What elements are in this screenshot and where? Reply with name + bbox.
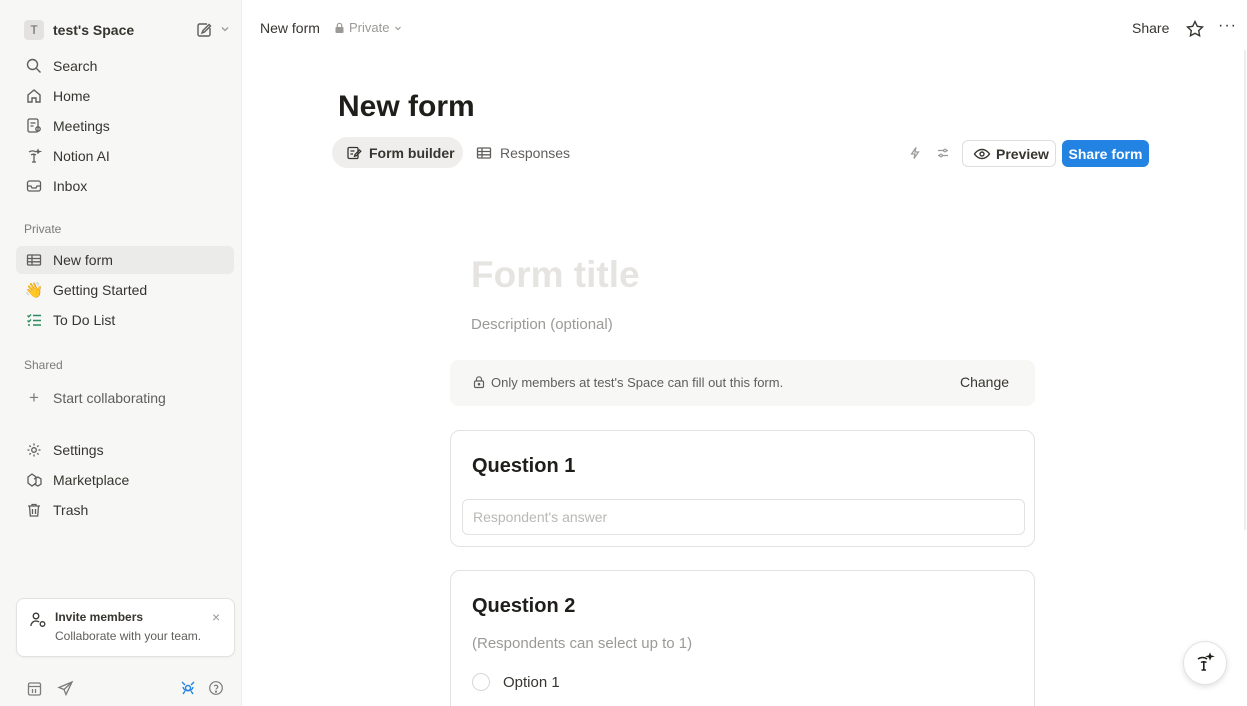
search-icon xyxy=(24,56,44,76)
star-icon[interactable] xyxy=(1185,19,1205,39)
preview-label: Preview xyxy=(996,145,1049,162)
section-label-private: Private xyxy=(24,222,62,236)
table-icon xyxy=(475,144,493,162)
section-label-shared: Shared xyxy=(24,358,63,372)
new-page-icon[interactable] xyxy=(194,20,214,40)
breadcrumb[interactable]: New form xyxy=(260,20,320,36)
sidebar-item-notion-ai[interactable]: Notion AI xyxy=(16,142,234,170)
send-icon[interactable] xyxy=(55,678,75,698)
radio-icon[interactable] xyxy=(472,673,490,691)
inbox-icon xyxy=(24,176,44,196)
templates-icon[interactable] xyxy=(24,678,44,698)
invite-subtitle: Collaborate with your team. xyxy=(55,629,202,643)
sidebar-item-marketplace[interactable]: Marketplace xyxy=(16,466,234,494)
tab-form-builder[interactable]: Form builder xyxy=(332,137,463,168)
checklist-icon xyxy=(24,310,44,330)
more-options-icon[interactable]: ··· xyxy=(1218,17,1237,35)
option-item[interactable]: Option 1 xyxy=(472,673,560,691)
question-title[interactable]: Question 2 xyxy=(472,595,575,618)
question-card[interactable]: Question 2 (Respondents can select up to… xyxy=(450,570,1035,706)
sidebar-item-label: To Do List xyxy=(53,312,116,328)
sidebar-item-label: Start collaborating xyxy=(53,390,166,406)
question-hint: (Respondents can select up to 1) xyxy=(472,635,693,652)
lightning-icon[interactable] xyxy=(906,144,924,162)
sidebar: T test's Space Search Home Meetings Noti… xyxy=(0,0,242,706)
preview-button[interactable]: Preview xyxy=(962,140,1056,167)
edit-form-icon xyxy=(345,144,363,162)
question-card[interactable]: Question 1 Respondent's answer xyxy=(450,430,1035,547)
sidebar-item-home[interactable]: Home xyxy=(16,82,234,110)
notion-mail-icon[interactable] xyxy=(178,678,198,698)
privacy-label: Private xyxy=(349,20,390,35)
meetings-icon xyxy=(24,116,44,136)
table-icon xyxy=(24,250,44,270)
invite-title: Invite members xyxy=(55,610,144,624)
sidebar-item-trash[interactable]: Trash xyxy=(16,496,234,524)
gear-icon xyxy=(24,440,44,460)
question-title[interactable]: Question 1 xyxy=(472,455,575,478)
sidebar-item-label: Marketplace xyxy=(53,472,130,488)
sidebar-item-label: Trash xyxy=(53,502,89,518)
home-icon xyxy=(24,86,44,106)
sidebar-item-inbox[interactable]: Inbox xyxy=(16,172,234,200)
waving-hand-icon: 👋 xyxy=(24,282,44,299)
sidebar-item-label: Inbox xyxy=(53,178,88,194)
lock-icon xyxy=(335,22,344,33)
workspace-avatar: T xyxy=(24,20,44,40)
sidebar-item-settings[interactable]: Settings xyxy=(16,436,234,464)
sidebar-item-getting-started[interactable]: 👋 Getting Started xyxy=(16,276,234,304)
tab-responses[interactable]: Responses xyxy=(470,137,580,168)
sidebar-item-new-form[interactable]: New form xyxy=(16,246,234,274)
sidebar-item-to-do-list[interactable]: To Do List xyxy=(16,306,234,334)
page-title[interactable]: New form xyxy=(338,90,475,124)
sidebar-item-label: Home xyxy=(53,88,91,104)
answer-input[interactable]: Respondent's answer xyxy=(462,499,1025,535)
tab-label: Responses xyxy=(500,144,571,161)
close-icon[interactable]: × xyxy=(212,609,220,625)
notion-ai-button[interactable] xyxy=(1183,641,1227,685)
sidebar-item-label: Getting Started xyxy=(53,282,148,298)
form-description-input[interactable]: Description (optional) xyxy=(471,316,613,333)
sidebar-item-label: New form xyxy=(53,252,113,268)
share-button[interactable]: Share xyxy=(1132,20,1169,36)
eye-icon xyxy=(973,145,991,163)
access-notice: Only members at test's Space can fill ou… xyxy=(450,360,1035,406)
sliders-icon[interactable] xyxy=(934,144,952,162)
sidebar-item-start-collaborating[interactable]: + Start collaborating xyxy=(16,384,234,412)
tab-label: Form builder xyxy=(369,144,455,161)
notion-ai-icon xyxy=(24,146,44,166)
scrollbar[interactable] xyxy=(1244,50,1246,530)
notion-ai-icon xyxy=(1197,652,1215,671)
sidebar-item-search[interactable]: Search xyxy=(16,52,234,80)
chevron-down-icon xyxy=(395,26,402,30)
option-label: Option 1 xyxy=(503,673,560,691)
change-access-button[interactable]: Change xyxy=(960,374,1009,390)
sidebar-item-meetings[interactable]: Meetings xyxy=(16,112,234,140)
marketplace-icon xyxy=(24,470,44,490)
sidebar-item-label: Settings xyxy=(53,442,104,458)
share-form-button[interactable]: Share form xyxy=(1062,140,1149,167)
workspace-switcher[interactable]: T test's Space xyxy=(16,18,236,42)
trash-icon xyxy=(24,500,44,520)
sidebar-item-label: Notion AI xyxy=(53,148,110,164)
plus-icon: + xyxy=(29,388,39,407)
sidebar-item-label: Search xyxy=(53,58,98,74)
lock-icon xyxy=(473,376,485,389)
add-user-icon xyxy=(30,612,46,627)
invite-members-card[interactable]: Invite members Collaborate with your tea… xyxy=(16,598,235,657)
chevron-down-icon[interactable] xyxy=(218,22,232,36)
privacy-menu[interactable]: Private xyxy=(334,20,403,35)
access-message: Only members at test's Space can fill ou… xyxy=(491,375,784,390)
workspace-name: test's Space xyxy=(53,22,135,38)
form-title-input[interactable]: Form title xyxy=(471,254,640,296)
sidebar-item-label: Meetings xyxy=(53,118,110,134)
help-icon[interactable] xyxy=(206,678,226,698)
